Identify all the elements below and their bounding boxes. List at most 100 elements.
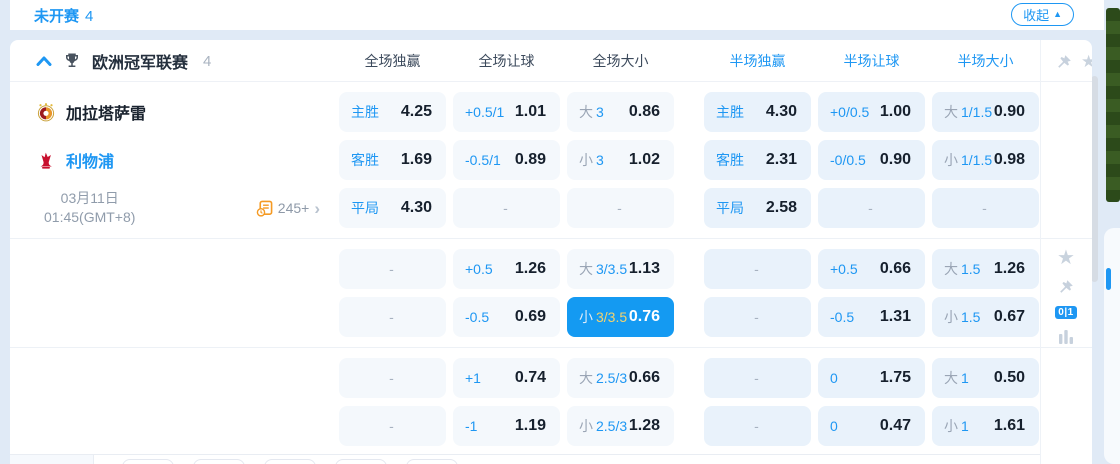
- odds-cell[interactable]: 大 3 0.86: [567, 92, 674, 132]
- odds-label: 主胜: [716, 104, 744, 120]
- odds-cell[interactable]: 小 3 1.02: [567, 140, 674, 180]
- odds-value: 0.67: [993, 308, 1025, 325]
- collapse-chevron-icon[interactable]: [36, 56, 52, 66]
- pin-match-icon[interactable]: [1058, 279, 1074, 295]
- odds-cell-empty: -: [932, 188, 1039, 228]
- market-tab-pill[interactable]: [193, 459, 245, 464]
- odds-empty-dash: -: [754, 309, 759, 325]
- odds-label: -0.5: [465, 309, 490, 325]
- odds-row: - +1 0.74 大 2.5/3 0.66-0 1.75 大 1 0.50: [10, 354, 1092, 402]
- odds-cell[interactable]: 小 1 1.61: [932, 406, 1039, 446]
- league-name[interactable]: 欧洲冠军联赛: [92, 49, 188, 73]
- odds-cell[interactable]: 小 1.5 0.67: [932, 297, 1039, 337]
- odds-empty-dash: -: [868, 200, 873, 216]
- match-row-home[interactable]: 加拉塔萨雷 主胜 4.25 +0.5/1 1.01 大 3 0.86 主胜 4.30 +0/0.5…: [10, 88, 1092, 136]
- odds-value: 1.26: [993, 260, 1025, 277]
- odds-cell-empty: -: [453, 188, 560, 228]
- column-header-ft-handicap: 全场让球: [478, 53, 535, 69]
- odds-cell[interactable]: 大 1/1.5 0.90: [932, 92, 1039, 132]
- odds-cell-empty: -: [704, 297, 811, 337]
- odds-cell[interactable]: 大 2.5/3 0.66: [567, 358, 674, 398]
- odds-cell[interactable]: 平局 2.58: [704, 188, 811, 228]
- odds-value: 1.00: [879, 103, 911, 120]
- league-header: 欧洲冠军联赛 4 全场独赢 全场让球 全场大小 半场独赢 半场让球 半场大小 ★: [10, 40, 1092, 82]
- odds-value: 0.90: [879, 151, 911, 168]
- odds-cell[interactable]: +0/0.5 1.00: [818, 92, 925, 132]
- odds-cell[interactable]: 小 3/3.5 0.76: [567, 297, 674, 337]
- star-icon[interactable]: ★: [1081, 53, 1092, 70]
- scrollbar[interactable]: [1091, 76, 1098, 282]
- odds-label: +0.5/1: [465, 104, 505, 120]
- collapse-up-triangle-icon: ▲: [1053, 9, 1062, 19]
- topbar: 未开赛 4 收起 ▲: [10, 0, 1104, 30]
- odds-cell[interactable]: 0 1.75: [818, 358, 925, 398]
- market-tab-pill[interactable]: [335, 459, 387, 464]
- odds-cell[interactable]: +0.5 1.26: [453, 249, 560, 289]
- match-row-away[interactable]: 利物浦 客胜 1.69 -0.5/1 0.89 小 3 1.02 客胜 2.31 -0/0.5 0.…: [10, 136, 1092, 184]
- odds-value: 1.28: [628, 417, 660, 434]
- section-title-text: 未开赛: [34, 8, 80, 25]
- odds-value: 1.61: [993, 417, 1025, 434]
- odds-cell[interactable]: -0.5 1.31: [818, 297, 925, 337]
- odds-value: 2.58: [765, 199, 797, 216]
- odds-cell[interactable]: 大 3/3.5 1.13: [567, 249, 674, 289]
- odds-cell[interactable]: 平局 4.30: [339, 188, 446, 228]
- odds-cell[interactable]: 大 1 0.50: [932, 358, 1039, 398]
- odds-cell[interactable]: 0 0.47: [818, 406, 925, 446]
- odds-value: 0.66: [879, 260, 911, 277]
- odds-cell[interactable]: -0/0.5 0.90: [818, 140, 925, 180]
- odds-cell[interactable]: -1 1.19: [453, 406, 560, 446]
- column-header-ht-moneyline: 半场独赢: [729, 53, 786, 69]
- galatasaray-crest-icon: [37, 103, 55, 122]
- odds-cell[interactable]: 客胜 1.69: [339, 140, 446, 180]
- odds-label: 大 1/1.5: [944, 104, 993, 120]
- odds-cell[interactable]: 主胜 4.30: [704, 92, 811, 132]
- odds-row: - +0.5 1.26 大 3/3.5 1.13 - +0.5 0.66 大 1.5 1.26: [10, 245, 1092, 293]
- odds-cell[interactable]: 主胜 4.25: [339, 92, 446, 132]
- pin-icon[interactable]: [1056, 54, 1072, 70]
- odds-label: +0.5: [465, 261, 493, 277]
- odds-cell[interactable]: 客胜 2.31: [704, 140, 811, 180]
- more-markets-link[interactable]: 245+ ›: [256, 200, 320, 217]
- odds-cell-empty: -: [704, 249, 811, 289]
- market-tab-pill[interactable]: [264, 459, 316, 464]
- odds-cell[interactable]: 小 2.5/3 1.28: [567, 406, 674, 446]
- odds-value: 1.13: [628, 260, 660, 277]
- odds-empty-dash: -: [389, 261, 394, 277]
- odds-empty-dash: -: [982, 200, 987, 216]
- odds-label: 大 2.5/3: [579, 370, 628, 386]
- odds-cell[interactable]: 小 1/1.5 0.98: [932, 140, 1039, 180]
- odds-value: 0.74: [514, 369, 546, 386]
- market-tab-pill[interactable]: [406, 459, 458, 464]
- collapse-button[interactable]: 收起 ▲: [1011, 3, 1074, 26]
- pitch-background-strip: [1106, 8, 1120, 202]
- odds-label: +0/0.5: [830, 104, 870, 120]
- odds-value: 4.30: [400, 199, 432, 216]
- odds-label: 小3: [579, 152, 604, 168]
- column-header-ft-moneyline: 全场独赢: [364, 53, 421, 69]
- odds-cell[interactable]: 大 1.5 1.26: [932, 249, 1039, 289]
- odds-cell[interactable]: +1 0.74: [453, 358, 560, 398]
- market-tab-pill[interactable]: [122, 459, 174, 464]
- odds-value: 0.86: [628, 103, 660, 120]
- odds-cell-empty: -: [339, 249, 446, 289]
- odds-label: 小 1.5: [944, 309, 981, 325]
- odds-value: 0.76: [628, 308, 660, 325]
- odds-value: 1.01: [514, 103, 546, 120]
- odds-label: 小1: [944, 418, 969, 434]
- match-tools-rail: ★ 0|1: [1041, 248, 1091, 344]
- odds-cell[interactable]: -0.5 0.69: [453, 297, 560, 337]
- odds-cell[interactable]: -0.5/1 0.89: [453, 140, 560, 180]
- stats-chart-icon[interactable]: [1058, 330, 1074, 344]
- odds-cell[interactable]: +0.5 0.66: [818, 249, 925, 289]
- odds-value: 0.47: [879, 417, 911, 434]
- odds-cell-empty: -: [704, 406, 811, 446]
- match-datetime: 03月11日 01:45(GMT+8): [44, 189, 135, 227]
- favorite-star-icon[interactable]: ★: [1057, 248, 1075, 268]
- score-toggle-badge[interactable]: 0|1: [1055, 306, 1077, 319]
- odds-empty-dash: -: [389, 370, 394, 386]
- odds-empty-dash: -: [389, 309, 394, 325]
- league-card: 欧洲冠军联赛 4 全场独赢 全场让球 全场大小 半场独赢 半场让球 半场大小 ★: [10, 40, 1092, 464]
- odds-label: +0.5: [830, 261, 858, 277]
- odds-cell[interactable]: +0.5/1 1.01: [453, 92, 560, 132]
